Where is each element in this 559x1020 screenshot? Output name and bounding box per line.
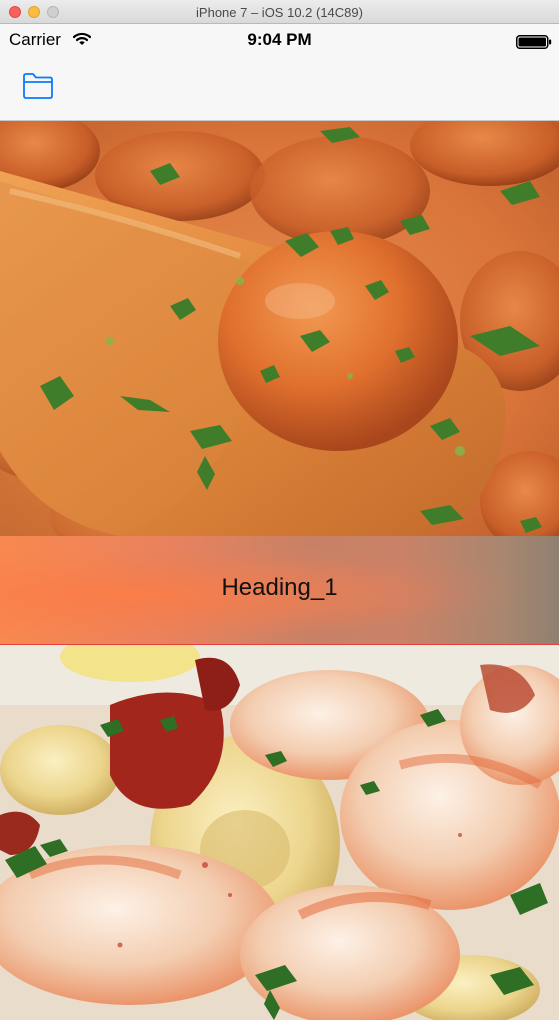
shrimp-pasta-photo (0, 645, 559, 1020)
heading-label: Heading_1 (221, 574, 338, 601)
simulator-title-bar: iPhone 7 – iOS 10.2 (14C89) (0, 0, 559, 24)
heading-cell[interactable]: Heading_1 (0, 536, 559, 645)
meatball-photo (0, 121, 559, 536)
folder-icon (23, 73, 53, 99)
navigation-bar (0, 54, 559, 121)
window-title: iPhone 7 – iOS 10.2 (14C89) (196, 5, 363, 20)
status-time: 9:04 PM (247, 30, 312, 49)
status-bar: Carrier 9:04 PM (0, 24, 559, 54)
folder-button[interactable] (18, 68, 58, 104)
battery-icon (516, 35, 552, 54)
